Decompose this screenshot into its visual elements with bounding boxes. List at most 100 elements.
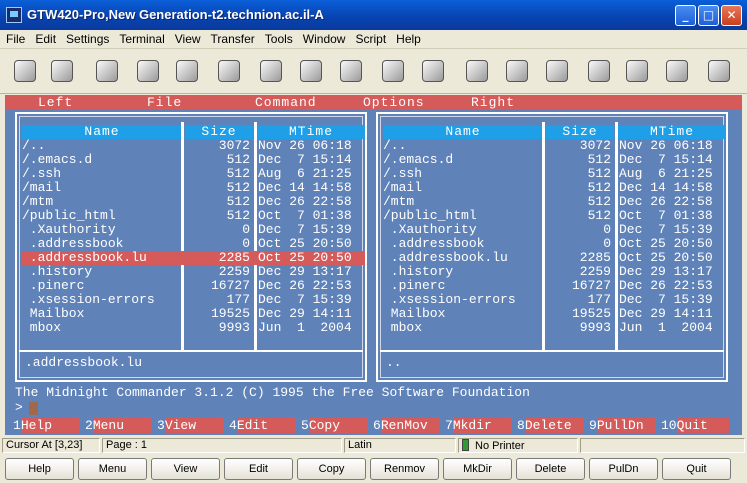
file-row[interactable]: .Xauthority 0 Dec 7 15:39	[22, 223, 365, 237]
file-row[interactable]: /.emacs.d 512 Dec 7 15:14	[383, 153, 726, 167]
file-row[interactable]: /.. 3072 Nov 26 06:18	[22, 139, 365, 153]
file-row[interactable]: /.ssh 512 Aug 6 21:25	[22, 167, 365, 181]
file-row[interactable]: .pinerc 16727 Dec 26 22:53	[22, 279, 365, 293]
fkey-edit[interactable]: 4Edit	[229, 418, 295, 433]
menu-edit[interactable]: Edit	[29, 30, 60, 46]
fkey-view[interactable]: 3View	[157, 418, 223, 433]
file-row[interactable]: .addressbook 0 Oct 25 20:50	[383, 237, 726, 251]
fkey-quit[interactable]: 10Quit	[661, 418, 729, 433]
file-row[interactable]: .Xauthority 0 Dec 7 15:39	[383, 223, 726, 237]
toolbar-button-6[interactable]	[256, 56, 286, 86]
mc-menu-left[interactable]: Left	[38, 95, 73, 110]
printer-icon	[176, 60, 198, 82]
file-row[interactable]: /.ssh 512 Aug 6 21:25	[383, 167, 726, 181]
edit-button[interactable]: Edit	[224, 458, 293, 480]
renmov-button[interactable]: Renmov	[370, 458, 439, 480]
delete-button[interactable]: Delete	[516, 458, 585, 480]
file-row[interactable]: /.emacs.d 512 Dec 7 15:14	[22, 153, 365, 167]
toolbar-button-12[interactable]	[502, 56, 532, 86]
file-name: mbox	[383, 320, 423, 335]
toolbar-button-7[interactable]	[296, 56, 326, 86]
help-button[interactable]: Help	[5, 458, 74, 480]
file-row[interactable]: mbox 9993 Jun 1 2004	[383, 321, 726, 335]
fkey-pulldn[interactable]: 9PullDn	[589, 418, 655, 433]
file-mtime: Dec 7 15:39	[258, 292, 352, 307]
toolbar-button-11[interactable]	[462, 56, 492, 86]
file-row[interactable]: .addressbook 0 Oct 25 20:50	[22, 237, 365, 251]
column-header-name[interactable]: Name	[22, 125, 182, 139]
column-header-mtime[interactable]: MTime	[618, 125, 726, 139]
speed-80-icon	[96, 60, 118, 82]
menu-transfer[interactable]: Transfer	[205, 30, 259, 46]
toolbar-button-4[interactable]	[172, 56, 202, 86]
fkey-delete[interactable]: 8Delete	[517, 418, 583, 433]
mkdir-button[interactable]: MkDir	[443, 458, 512, 480]
mc-menu-options[interactable]: Options	[363, 95, 425, 110]
toolbar-button-5[interactable]	[214, 56, 244, 86]
file-row[interactable]: /public_html 512 Oct 7 01:38	[383, 209, 726, 223]
menu-button[interactable]: Menu	[78, 458, 147, 480]
toolbar-button-9[interactable]	[378, 56, 408, 86]
fkey-mkdir[interactable]: 7Mkdir	[445, 418, 511, 433]
minimize-button[interactable]: _	[675, 5, 696, 26]
copy-button[interactable]: Copy	[297, 458, 366, 480]
toolbar-button-13[interactable]	[542, 56, 572, 86]
file-size: 3072	[218, 138, 250, 153]
toolbar-button-14[interactable]	[584, 56, 614, 86]
right-panel[interactable]: Name Size MTime/.. 3072 Nov 26 06:18/.emacs.…	[376, 112, 728, 382]
menu-window[interactable]: Window	[297, 30, 350, 46]
toolbar-button-8[interactable]	[336, 56, 366, 86]
mc-menu-file[interactable]: File	[147, 95, 182, 110]
fkey-help[interactable]: 1Help	[13, 418, 79, 433]
menu-tools[interactable]: Tools	[259, 30, 297, 46]
puldn-button[interactable]: PulDn	[589, 458, 658, 480]
fkey-copy[interactable]: 5Copy	[301, 418, 367, 433]
left-panel[interactable]: Name Size MTime/.. 3072 Nov 26 06:18/.emacs.…	[15, 112, 367, 382]
column-header-name[interactable]: Name	[383, 125, 543, 139]
quit-button[interactable]: Quit	[662, 458, 731, 480]
menu-terminal[interactable]: Terminal	[113, 30, 168, 46]
fkey-renmov[interactable]: 6RenMov	[373, 418, 439, 433]
toolbar-button-2[interactable]	[92, 56, 122, 86]
toolbar-button-0[interactable]	[10, 56, 40, 86]
file-row[interactable]: Mailbox 19525 Dec 29 14:11	[383, 307, 726, 321]
menu-settings[interactable]: Settings	[60, 30, 113, 46]
file-row[interactable]: /public_html 512 Oct 7 01:38	[22, 209, 365, 223]
close-button[interactable]: ✕	[721, 5, 742, 26]
toolbar-button-17[interactable]	[704, 56, 734, 86]
fkey-label: Copy	[308, 418, 367, 433]
menu-view[interactable]: View	[169, 30, 205, 46]
toolbar-button-3[interactable]	[133, 56, 163, 86]
file-row[interactable]: /.. 3072 Nov 26 06:18	[383, 139, 726, 153]
file-row[interactable]: /mail 512 Dec 14 14:58	[22, 181, 365, 195]
column-header-size[interactable]: Size	[185, 125, 253, 139]
mc-menu-command[interactable]: Command	[255, 95, 317, 110]
file-row[interactable]: /mtm 512 Dec 26 22:58	[383, 195, 726, 209]
column-header-size[interactable]: Size	[546, 125, 614, 139]
file-row[interactable]: .xsession-errors 177 Dec 7 15:39	[383, 293, 726, 307]
file-row[interactable]: Mailbox 19525 Dec 29 14:11	[22, 307, 365, 321]
file-row[interactable]: /mtm 512 Dec 26 22:58	[22, 195, 365, 209]
column-header-mtime[interactable]: MTime	[257, 125, 365, 139]
app-icon[interactable]	[6, 7, 22, 23]
file-row[interactable]: .xsession-errors 177 Dec 7 15:39	[22, 293, 365, 307]
toolbar-button-15[interactable]	[622, 56, 652, 86]
mc-menu-right[interactable]: Right	[471, 95, 515, 110]
menu-file[interactable]: File	[0, 30, 29, 46]
toolbar-button-16[interactable]	[662, 56, 692, 86]
toolbar-button-1[interactable]	[47, 56, 77, 86]
file-row[interactable]: /mail 512 Dec 14 14:58	[383, 181, 726, 195]
fkey-menu[interactable]: 2Menu	[85, 418, 151, 433]
file-row-selected[interactable]: .addressbook.lu 2285 Oct 25 20:50	[22, 251, 365, 265]
file-row[interactable]: .addressbook.lu 2285 Oct 25 20:50	[383, 251, 726, 265]
toolbar-button-10[interactable]	[418, 56, 448, 86]
maximize-button[interactable]: □	[698, 5, 719, 26]
file-row[interactable]: .history 2259 Dec 29 13:17	[383, 265, 726, 279]
terminal[interactable]: Left File Command Options Right Name Size…	[5, 95, 742, 435]
file-row[interactable]: .pinerc 16727 Dec 26 22:53	[383, 279, 726, 293]
menu-script[interactable]: Script	[349, 30, 390, 46]
file-row[interactable]: .history 2259 Dec 29 13:17	[22, 265, 365, 279]
view-button[interactable]: View	[151, 458, 220, 480]
file-row[interactable]: mbox 9993 Jun 1 2004	[22, 321, 365, 335]
menu-help[interactable]: Help	[390, 30, 425, 46]
